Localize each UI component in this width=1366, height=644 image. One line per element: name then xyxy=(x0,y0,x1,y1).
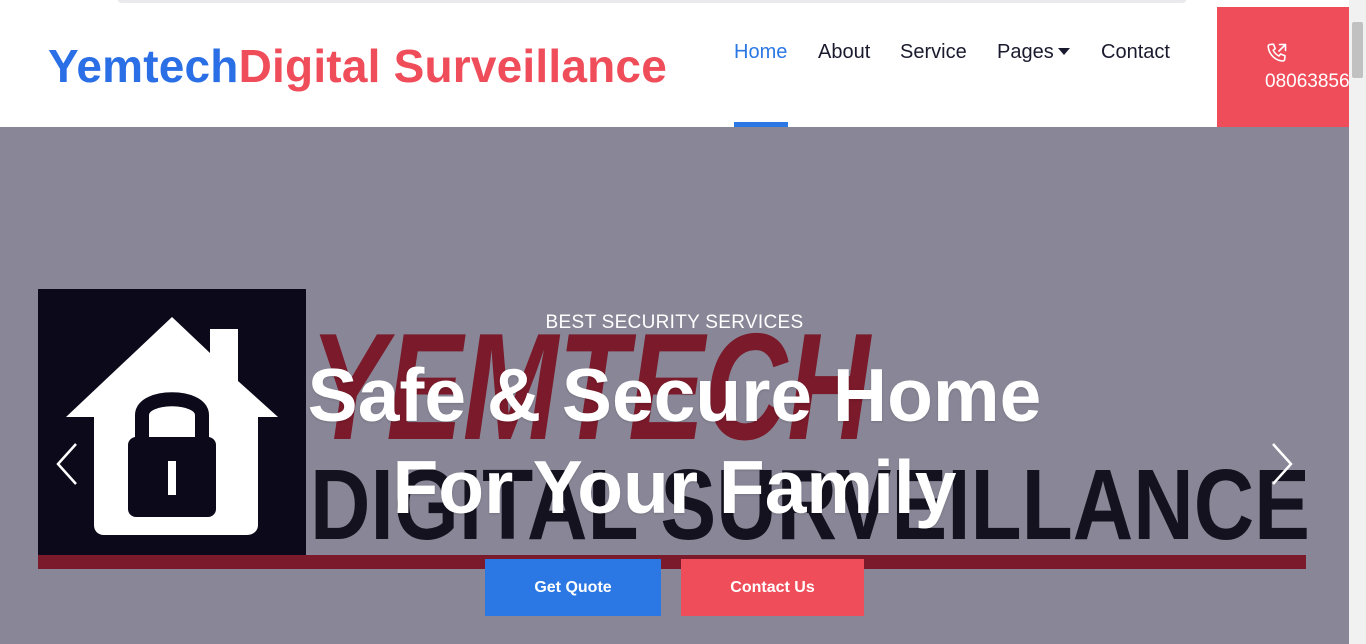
brand-logo[interactable]: YemtechDigital Surveillance xyxy=(48,39,667,93)
nav-service[interactable]: Service xyxy=(900,41,967,64)
get-quote-button[interactable]: Get Quote xyxy=(485,559,661,616)
hero-title: Safe & Secure Home For Your Family xyxy=(0,349,1349,533)
hero-carousel: YEMTECH DIGITAL SURVEILLANCE BEST SECURI… xyxy=(0,127,1349,644)
chevron-right-icon[interactable] xyxy=(1267,442,1297,486)
caret-down-icon xyxy=(1057,47,1070,55)
nav-contact[interactable]: Contact xyxy=(1101,41,1170,64)
top-strip xyxy=(0,0,1349,7)
scrollbar-thumb[interactable] xyxy=(1352,22,1363,78)
brand-name-part2: Digital Surveillance xyxy=(238,40,668,92)
contact-us-button[interactable]: Contact Us xyxy=(681,559,864,616)
phone-call-icon xyxy=(1267,43,1287,62)
phone-number[interactable]: 08063856 xyxy=(1265,71,1349,93)
site-header: YemtechDigital Surveillance Home About S… xyxy=(0,7,1349,127)
phone-callout[interactable]: 08063856 xyxy=(1217,7,1349,127)
nav-about[interactable]: About xyxy=(818,41,870,64)
nav-home[interactable]: Home xyxy=(734,41,787,64)
page-scrollbar[interactable] xyxy=(1349,0,1366,644)
hero-title-line2: For Your Family xyxy=(392,445,957,529)
chevron-left-icon[interactable] xyxy=(52,442,82,486)
hero-title-line1: Safe & Secure Home xyxy=(307,353,1042,437)
hero-kicker: BEST SECURITY SERVICES xyxy=(545,312,804,333)
nav-pages-label: Pages xyxy=(997,41,1054,63)
nav-pages-dropdown[interactable]: Pages xyxy=(997,41,1070,64)
address-bar-remnant xyxy=(118,0,1186,3)
brand-name-part1: Yemtech xyxy=(48,40,239,92)
